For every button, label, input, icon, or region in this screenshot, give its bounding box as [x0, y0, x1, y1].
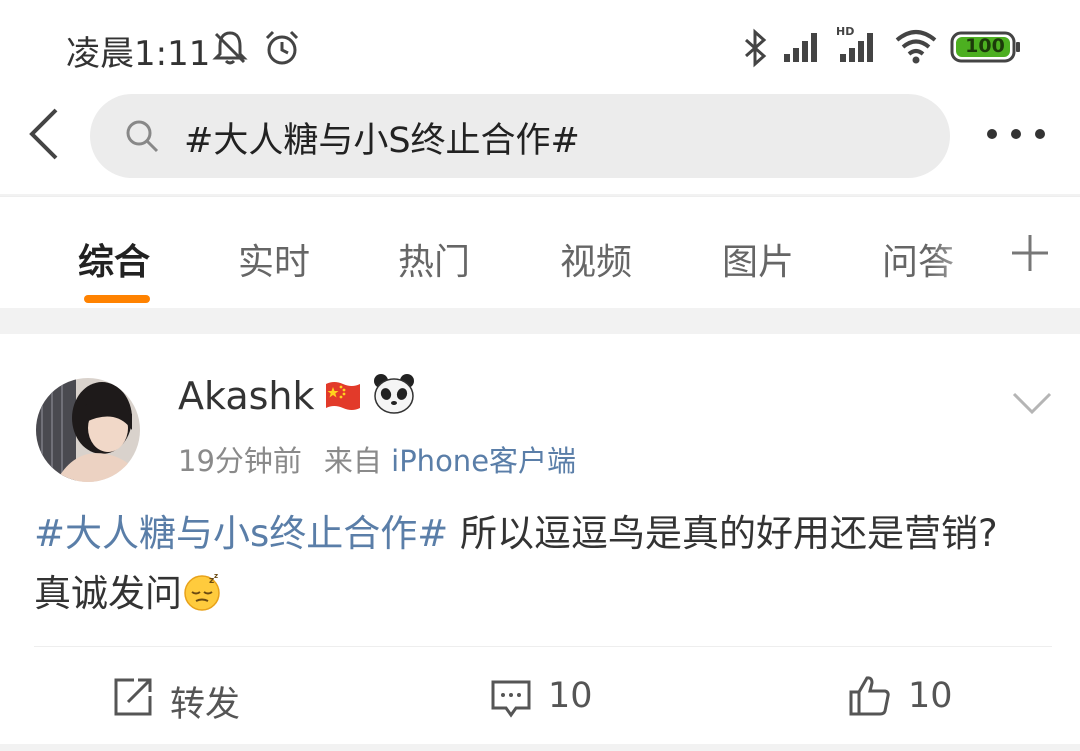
- post-time: 19分钟前: [178, 444, 302, 478]
- tab-comprehensive[interactable]: 综合: [78, 233, 150, 285]
- post-menu-button[interactable]: [1012, 390, 1052, 416]
- post-meta: 19分钟前 来自 iPhone客户端: [178, 438, 576, 480]
- svg-text:z: z: [214, 572, 218, 580]
- wifi-icon: [894, 28, 938, 68]
- plus-icon: [1012, 235, 1048, 271]
- comment-count: 10: [548, 676, 593, 716]
- sleepy-emoji-icon: z z: [184, 572, 220, 611]
- post-content: #大人糖与小s终止合作# 所以逗逗鸟是真的好用还是营销? 真诚发问 z z: [34, 504, 1044, 624]
- search-bar[interactable]: #大人糖与小S终止合作#: [90, 94, 950, 178]
- repost-label: 转发: [170, 685, 241, 725]
- topic-link[interactable]: #大人糖与小s终止合作#: [34, 512, 448, 555]
- status-bar: 凌晨1:11 HD 100: [0, 0, 1080, 92]
- repost-button[interactable]: 转发: [112, 674, 262, 725]
- like-button[interactable]: 10: [848, 674, 968, 722]
- bluetooth-icon: [740, 28, 770, 72]
- card-divider: [34, 646, 1052, 647]
- source-label: 来自: [323, 444, 382, 478]
- comment-icon: [491, 680, 531, 718]
- hd-signal-icon: HD: [836, 24, 880, 68]
- mute-icon: [210, 28, 250, 72]
- china-flag-icon: [324, 378, 362, 414]
- alarm-icon: [262, 28, 302, 72]
- battery-level: 100: [965, 35, 1005, 57]
- share-icon: [114, 678, 152, 716]
- panda-icon: [372, 372, 416, 416]
- comment-button[interactable]: 10: [490, 674, 610, 722]
- back-button[interactable]: [22, 102, 66, 166]
- active-tab-indicator: [84, 295, 150, 303]
- avatar[interactable]: [36, 378, 140, 482]
- thumbs-up-icon: [849, 676, 890, 716]
- post-card: Akashk 19分钟前 来自 iPhone客户端 #大人糖与小s终止合作# 所以: [0, 334, 1080, 744]
- tab-images[interactable]: 图片: [722, 233, 794, 285]
- tab-video[interactable]: 视频: [560, 233, 632, 285]
- add-tab-button[interactable]: [1010, 233, 1050, 273]
- svg-text:HD: HD: [836, 25, 854, 38]
- post-username[interactable]: Akashk: [178, 374, 315, 418]
- more-options-button[interactable]: [980, 112, 1052, 156]
- status-time: 凌晨1:11: [66, 34, 211, 74]
- tab-hot[interactable]: 热门: [398, 233, 470, 285]
- back-arrow-icon: [29, 108, 58, 160]
- search-header: #大人糖与小S终止合作#: [0, 92, 1080, 194]
- chevron-down-icon: [1012, 392, 1052, 415]
- category-tabs: 综合 实时 热门 视频 图片 问答: [0, 196, 1080, 308]
- signal-icon: [782, 28, 824, 68]
- more-icon: [987, 129, 1045, 139]
- search-query[interactable]: #大人糖与小S终止合作#: [184, 112, 580, 163]
- tab-fade: [930, 197, 1000, 307]
- post-source[interactable]: iPhone客户端: [391, 444, 576, 478]
- search-icon: [124, 118, 160, 158]
- like-count: 10: [908, 676, 953, 716]
- tab-realtime[interactable]: 实时: [238, 233, 310, 285]
